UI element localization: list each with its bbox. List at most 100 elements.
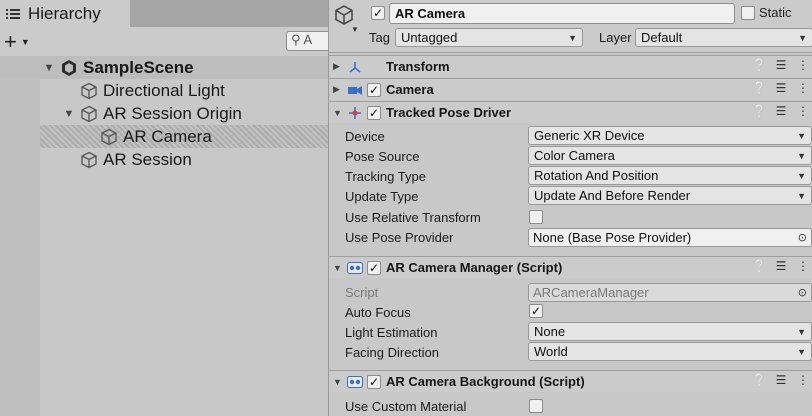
static-checkbox[interactable] — [741, 6, 755, 20]
gameobject-cube-icon — [81, 151, 97, 168]
help-icon[interactable]: ❔ — [752, 373, 767, 387]
inspector-panel: ▼ ✓ AR Camera Static Tag Untagged ▼ Laye… — [328, 0, 812, 416]
preset-sliders-icon[interactable]: ☰ — [774, 373, 788, 387]
layer-value: Default — [641, 30, 683, 45]
hierarchy-search-input[interactable]: ⚲ A — [286, 31, 328, 51]
tree-item-ar-camera[interactable]: AR Camera — [40, 125, 328, 148]
foldout-arrow-icon[interactable]: ▼ — [333, 263, 342, 273]
device-dropdown[interactable]: Generic XR Device ▼ — [528, 126, 812, 145]
component-tools: ❔ ☰ ⋮ — [752, 259, 810, 273]
prop-label-use-custom-material: Use Custom Material — [345, 399, 467, 414]
facing-direction-value: World — [534, 344, 568, 359]
chevron-down-icon: ▼ — [798, 32, 807, 43]
more-options-icon[interactable]: ⋮ — [796, 259, 810, 273]
facing-direction-dropdown[interactable]: World ▼ — [528, 342, 812, 361]
tree-item-directional-light[interactable]: Directional Light — [40, 79, 328, 102]
component-tools: ❔ ☰ ⋮ — [752, 58, 810, 72]
foldout-arrow-icon[interactable]: ▼ — [42, 62, 56, 74]
preset-sliders-icon[interactable]: ☰ — [774, 81, 788, 95]
camera-icon — [347, 82, 363, 98]
object-picker-icon[interactable]: ⊙ — [798, 231, 807, 244]
checkmark-icon: ✓ — [368, 375, 380, 389]
checkmark-icon: ✓ — [368, 83, 380, 97]
enabled-checkbox[interactable]: ✓ — [367, 83, 381, 97]
foldout-arrow-icon[interactable]: ▼ — [62, 108, 76, 120]
component-title: AR Camera Background (Script) — [386, 374, 585, 389]
auto-focus-checkbox[interactable]: ✓ — [529, 304, 543, 318]
checkmark-icon: ✓ — [372, 6, 384, 20]
prop-label-update-type: Update Type — [345, 189, 419, 204]
pose-provider-field[interactable]: None (Base Pose Provider) ⊙ — [528, 228, 812, 247]
chevron-down-icon: ▼ — [797, 326, 806, 337]
chevron-down-icon[interactable]: ▼ — [351, 25, 359, 34]
component-title: Camera — [386, 82, 434, 97]
gameobject-cube-icon — [81, 82, 97, 99]
prop-label-light-estimation: Light Estimation — [345, 325, 438, 340]
hierarchy-tab[interactable]: Hierarchy — [0, 0, 130, 27]
component-header-transform[interactable]: ▶ Transform ❔ ☰ ⋮ — [329, 55, 812, 77]
plus-icon: + — [4, 29, 17, 54]
chevron-down-icon: ▼ — [797, 130, 806, 141]
more-options-icon[interactable]: ⋮ — [796, 81, 810, 95]
component-tools: ❔ ☰ ⋮ — [752, 373, 810, 387]
tracking-type-dropdown[interactable]: Rotation And Position ▼ — [528, 166, 812, 185]
update-type-dropdown[interactable]: Update And Before Render ▼ — [528, 186, 812, 205]
tag-label: Tag — [369, 30, 390, 45]
more-options-icon[interactable]: ⋮ — [796, 104, 810, 118]
object-picker-icon: ⊙ — [797, 287, 807, 299]
component-header-ar-camera-background[interactable]: ▼ ✓ AR Camera Background (Script) ❔ ☰ ⋮ — [329, 370, 812, 392]
light-estimation-dropdown[interactable]: None ▼ — [528, 322, 812, 341]
help-icon[interactable]: ❔ — [752, 81, 767, 95]
prop-label-device: Device — [345, 129, 385, 144]
foldout-arrow-icon[interactable]: ▼ — [333, 377, 342, 387]
hierarchy-gutter — [0, 57, 40, 416]
prop-label-use-pose-provider: Use Pose Provider — [345, 230, 454, 245]
prop-label-tracking-type: Tracking Type — [345, 169, 426, 184]
tree-item-ar-session[interactable]: AR Session — [40, 148, 328, 171]
component-tools: ❔ ☰ ⋮ — [752, 81, 810, 95]
pose-source-dropdown[interactable]: Color Camera ▼ — [528, 146, 812, 165]
enabled-checkbox[interactable]: ✓ — [367, 261, 381, 275]
component-header-tracked-pose-driver[interactable]: ▼ ✓ Tracked Pose Driver ❔ ☰ ⋮ — [329, 101, 812, 123]
layer-dropdown[interactable]: Default ▼ — [635, 28, 812, 47]
prop-label-use-relative-transform: Use Relative Transform — [345, 210, 481, 225]
object-name-field[interactable]: AR Camera — [389, 3, 735, 24]
preset-sliders-icon[interactable]: ☰ — [774, 104, 788, 118]
tree-item-ar-session-origin[interactable]: ▼ AR Session Origin — [40, 102, 328, 125]
unity-scene-icon — [62, 59, 76, 76]
update-type-value: Update And Before Render — [534, 188, 691, 203]
active-checkbox[interactable]: ✓ — [371, 6, 385, 20]
checkmark-icon: ✓ — [530, 304, 542, 318]
create-button[interactable]: + ▼ — [4, 31, 44, 53]
more-options-icon[interactable]: ⋮ — [796, 58, 810, 72]
chevron-down-icon: ▼ — [797, 190, 806, 201]
help-icon[interactable]: ❔ — [752, 259, 767, 273]
chevron-down-icon: ▼ — [797, 170, 806, 181]
enabled-checkbox[interactable]: ✓ — [367, 375, 381, 389]
use-custom-material-checkbox[interactable] — [529, 399, 543, 413]
component-header-camera[interactable]: ▶ ✓ Camera ❔ ☰ ⋮ — [329, 78, 812, 100]
hierarchy-panel: Hierarchy + ▼ ⚲ A ▼ SampleScene Directio… — [0, 0, 328, 416]
foldout-arrow-icon[interactable]: ▶ — [333, 61, 340, 72]
gameobject-cube-icon — [81, 105, 97, 122]
use-relative-transform-checkbox[interactable] — [529, 210, 543, 224]
preset-sliders-icon[interactable]: ☰ — [774, 58, 788, 72]
layer-label: Layer — [599, 30, 632, 45]
component-header-ar-camera-manager[interactable]: ▼ ✓ AR Camera Manager (Script) ❔ ☰ ⋮ — [329, 256, 812, 278]
script-icon — [347, 374, 363, 390]
checkmark-icon: ✓ — [368, 106, 380, 120]
enabled-checkbox[interactable]: ✓ — [367, 106, 381, 120]
tag-dropdown[interactable]: Untagged ▼ — [395, 28, 583, 47]
help-icon[interactable]: ❔ — [752, 104, 767, 118]
pose-provider-value: None (Base Pose Provider) — [533, 230, 692, 245]
gameobject-cube-icon[interactable] — [333, 4, 355, 26]
tree-item-scene[interactable]: ▼ SampleScene — [0, 56, 328, 79]
help-icon[interactable]: ❔ — [752, 58, 767, 72]
more-options-icon[interactable]: ⋮ — [796, 373, 810, 387]
foldout-arrow-icon[interactable]: ▼ — [333, 108, 342, 118]
foldout-arrow-icon[interactable]: ▶ — [333, 84, 340, 95]
tree-item-label: AR Session — [103, 149, 192, 169]
hierarchy-tab-title: Hierarchy — [28, 3, 101, 23]
preset-sliders-icon[interactable]: ☰ — [774, 259, 788, 273]
tracked-pose-icon — [347, 105, 363, 121]
